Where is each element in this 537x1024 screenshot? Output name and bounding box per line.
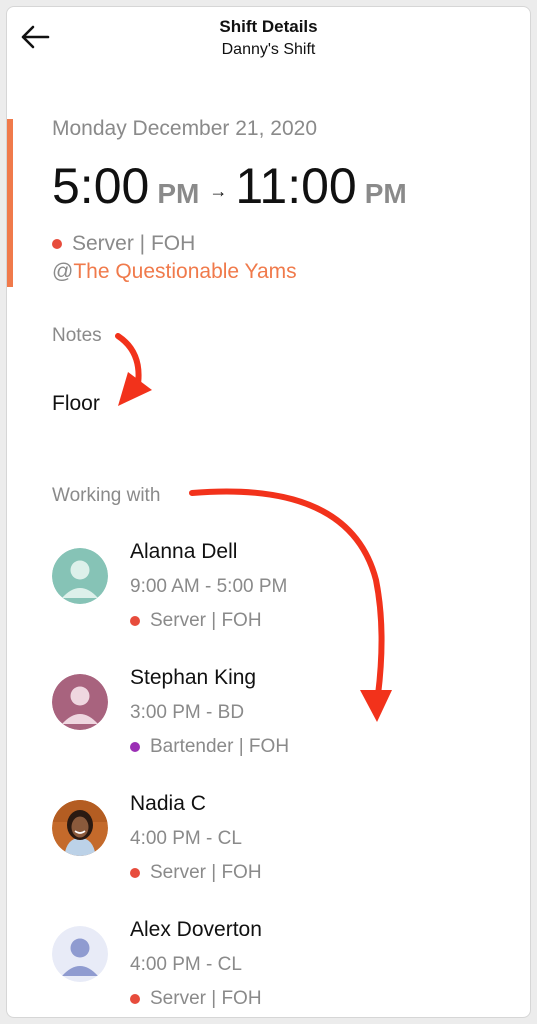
coworker-role-label: Server | FOH [150, 862, 262, 883]
coworker-time: 4:00 PM - CL [130, 828, 242, 849]
coworker-time: 3:00 PM - BD [130, 702, 245, 723]
shift-time-range: 5:00 PM → 11:00 PM [52, 157, 407, 217]
coworker-role: Bartender | FOH [130, 736, 289, 758]
coworker-name: Alanna Dell [130, 540, 238, 563]
at-sign: @ [52, 260, 74, 283]
header: Shift Details Danny's Shift [7, 7, 530, 87]
coworker-role-label: Server | FOH [150, 988, 262, 1009]
shift-role-label: Server | FOH [72, 232, 196, 255]
coworker-time: 9:00 AM - 5:00 PM [130, 576, 288, 597]
shift-start-time: 5:00 [52, 158, 150, 214]
shift-location: @The Questionable Yams [52, 260, 297, 284]
person-icon [52, 926, 108, 982]
notes-text: Floor [52, 392, 100, 415]
avatar [52, 548, 108, 604]
avatar [52, 926, 108, 982]
role-dot-icon [130, 868, 140, 878]
shift-end-time: 11:00 [235, 158, 357, 214]
shift-accent-bar [7, 119, 13, 287]
coworker-row[interactable]: Nadia C 4:00 PM - CL Server | FOH [52, 792, 502, 902]
role-dot-icon [130, 742, 140, 752]
shift-details-card: Shift Details Danny's Shift Monday Decem… [6, 6, 531, 1018]
coworker-role: Server | FOH [130, 862, 262, 884]
coworker-role-label: Server | FOH [150, 610, 262, 631]
page-subtitle: Danny's Shift [221, 41, 316, 58]
shift-date: Monday December 21, 2020 [52, 117, 317, 140]
working-with-label: Working with [52, 485, 161, 506]
coworker-row[interactable]: Stephan King 3:00 PM - BD Bartender | FO… [52, 666, 502, 776]
role-dot-icon [130, 616, 140, 626]
role-dot-icon [130, 994, 140, 1004]
person-icon [52, 674, 108, 730]
coworker-time: 4:00 PM - CL [130, 954, 242, 975]
coworker-name: Alex Doverton [130, 918, 262, 941]
coworker-name: Nadia C [130, 792, 206, 815]
arrow-right-icon: → [209, 181, 228, 201]
coworker-row[interactable]: Alanna Dell 9:00 AM - 5:00 PM Server | F… [52, 540, 502, 650]
notes-label: Notes [52, 325, 102, 346]
role-dot-icon [52, 239, 62, 249]
shift-start-ampm: PM [157, 178, 200, 209]
avatar [52, 800, 108, 856]
person-photo-icon [52, 800, 108, 856]
coworker-role: Server | FOH [130, 610, 262, 632]
person-icon [52, 548, 108, 604]
page-title: Shift Details [219, 17, 318, 36]
coworker-role-label: Bartender | FOH [150, 736, 290, 757]
coworker-role: Server | FOH [130, 988, 262, 1010]
coworker-name: Stephan King [130, 666, 257, 689]
shift-role: Server | FOH [52, 232, 195, 256]
coworker-row[interactable]: Alex Doverton 4:00 PM - CL Server | FOH [52, 918, 502, 1017]
location-link[interactable]: The Questionable Yams [73, 260, 296, 283]
avatar [52, 674, 108, 730]
shift-end-ampm: PM [364, 178, 407, 209]
